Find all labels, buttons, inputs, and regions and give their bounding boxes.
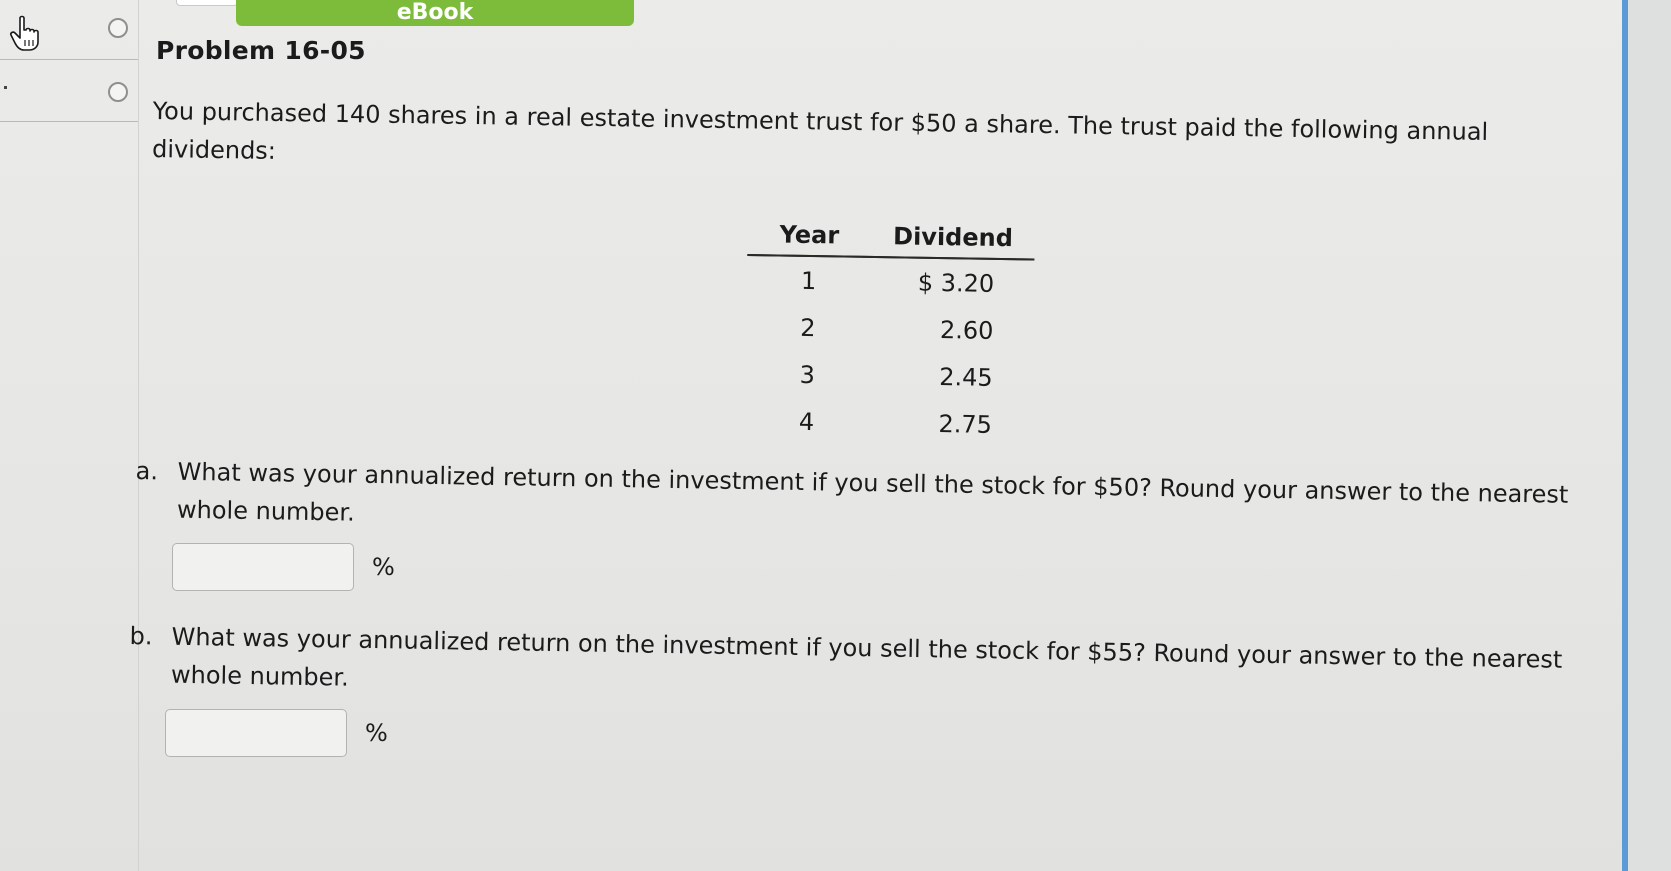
left-rail xyxy=(0,0,140,871)
pointer-hand-icon xyxy=(10,15,39,51)
answer-row-a: % xyxy=(172,543,395,591)
question-a: a. What was your annualized return on the… xyxy=(135,452,1606,552)
problem-statement: You purchased 140 shares in a real estat… xyxy=(151,96,1489,165)
column-header-dividend: Dividend xyxy=(860,215,1036,260)
right-panel-edge xyxy=(1628,0,1671,871)
dividend-cell: $ 3.20 xyxy=(917,268,995,298)
problem-title: Problem 16-05 xyxy=(156,36,366,65)
rail-divider-2 xyxy=(0,121,138,122)
dividend-cell: 2.75 xyxy=(938,410,993,439)
question-letter: b. xyxy=(129,621,153,651)
dividend-cell: 2.60 xyxy=(939,316,994,345)
year-cell: 1 xyxy=(800,266,817,296)
dividend-cell: 2.45 xyxy=(939,363,993,392)
question-b: b. What was your annualized return on the… xyxy=(129,617,1600,717)
ebook-button[interactable]: eBook xyxy=(236,0,634,26)
table-row: 1 $ 3.20 xyxy=(747,255,1035,308)
table-header-row: Year Dividend xyxy=(747,214,1036,260)
rail-divider-1 xyxy=(0,59,138,60)
year-cell: 2 xyxy=(800,313,816,343)
page: eBook Problem 16-05 You purchased 140 sh… xyxy=(0,0,1671,871)
year-cell: 4 xyxy=(798,407,815,437)
nav-radio-1[interactable] xyxy=(108,18,128,38)
percent-unit: % xyxy=(365,719,388,747)
table-row: 4 2.75 xyxy=(744,397,1032,449)
question-letter: a. xyxy=(135,456,159,486)
column-header-year: Year xyxy=(747,214,862,257)
year-cell: 3 xyxy=(799,360,816,390)
table-row: 3 2.45 xyxy=(745,350,1033,402)
answer-input-a[interactable] xyxy=(172,543,354,591)
table-row: 2 2.60 xyxy=(746,303,1034,355)
rail-dot xyxy=(4,86,7,89)
nav-radio-2[interactable] xyxy=(108,82,128,102)
top-tab[interactable] xyxy=(176,0,238,6)
answer-row-b: % xyxy=(165,709,388,757)
rail-border xyxy=(138,0,139,871)
percent-unit: % xyxy=(372,553,395,581)
dividend-table: Year Dividend 1 $ 3.20 2 2.60 3 2.45 4 2… xyxy=(744,214,1036,449)
answer-input-b[interactable] xyxy=(165,709,347,757)
